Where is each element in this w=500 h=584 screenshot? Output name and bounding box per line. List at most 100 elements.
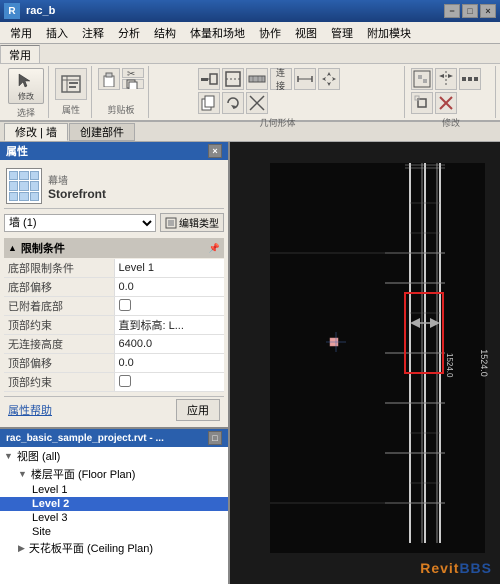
properties-content: 幕墙 Storefront 墙 (1) 编辑类型: [0, 160, 228, 427]
cw-cell-5: [19, 181, 28, 190]
tree-item-floor-plan-label: 楼层平面 (Floor Plan): [31, 466, 136, 482]
properties-panel-close[interactable]: ×: [208, 144, 222, 158]
properties-button[interactable]: [55, 68, 87, 100]
prop-label-attached-base: 已附着底部: [4, 297, 114, 316]
modify2-label: 修改: [442, 116, 460, 129]
edit-type-button[interactable]: 编辑类型: [160, 213, 224, 232]
cw-cell-6: [30, 181, 39, 190]
menu-fenxi[interactable]: 分析: [112, 23, 146, 43]
cut-geometry-button[interactable]: [222, 68, 244, 90]
constraints-table: 底部限制条件 Level 1 底部偏移 0.0 已附着底部 顶部约束 直到标高:…: [4, 259, 224, 392]
mirror-button[interactable]: [435, 68, 457, 90]
instance-select[interactable]: 墙 (1): [4, 214, 156, 232]
modify-button[interactable]: 修改: [8, 68, 44, 104]
trim-button[interactable]: [246, 92, 268, 114]
close-button[interactable]: ×: [480, 4, 496, 18]
modify2-buttons: [411, 68, 491, 114]
copy-icon: [126, 79, 140, 89]
menu-jiegou[interactable]: 结构: [148, 23, 182, 43]
minimize-button[interactable]: −: [444, 4, 460, 18]
copy-button[interactable]: [122, 79, 144, 89]
prop-value-base-offset[interactable]: 0.0: [114, 278, 224, 297]
top-constraint-checkbox[interactable]: [119, 375, 131, 387]
tree-item-ceiling-plan[interactable]: ▶ 天花板平面 (Ceiling Plan): [0, 539, 228, 557]
prop-label-unconnected-height: 无连接高度: [4, 335, 114, 354]
prop-value-base-constraint[interactable]: Level 1: [114, 259, 224, 278]
prop-label-top-offset: 顶部偏移: [4, 354, 114, 373]
tree-item-site[interactable]: Site: [0, 525, 228, 539]
prop-row-base-offset: 底部偏移 0.0: [4, 278, 224, 297]
menu-charu[interactable]: 插入: [40, 23, 74, 43]
copy-element-button[interactable]: [198, 92, 220, 114]
properties-group-label: 属性: [62, 103, 80, 116]
tree-item-site-label: Site: [32, 526, 51, 538]
canvas-area: 1524.0 1524.0 RevitBBS: [230, 142, 500, 584]
scale-button[interactable]: [411, 92, 433, 114]
clipboard-buttons: ✂: [98, 68, 144, 90]
move-button[interactable]: [318, 68, 340, 90]
tree-item-level2[interactable]: Level 2: [0, 497, 228, 511]
section-constraints-label: 限制条件: [21, 240, 65, 256]
menu-xiezuo[interactable]: 协作: [253, 23, 287, 43]
tree-item-level1-label: Level 1: [32, 484, 67, 496]
tree-panel-close[interactable]: □: [208, 431, 222, 445]
tree-item-level1[interactable]: Level 1: [0, 483, 228, 497]
trim-icon: [248, 94, 266, 112]
attached-base-checkbox[interactable]: [119, 299, 131, 311]
cmd-tab-modify-wall[interactable]: 修改 | 墙: [4, 123, 68, 141]
apply-button[interactable]: 应用: [176, 399, 220, 421]
wall-button[interactable]: [246, 68, 268, 90]
edit-type-icon: [165, 217, 177, 229]
connect-button[interactable]: 连接: [270, 68, 292, 90]
cw-cell-4: [9, 181, 18, 190]
maximize-button[interactable]: □: [462, 4, 478, 18]
connect-cut-button[interactable]: [198, 68, 220, 90]
prop-value-top-offset[interactable]: 0.0: [114, 354, 224, 373]
cut-button[interactable]: ✂: [122, 68, 144, 78]
prop-label-base-constraint: 底部限制条件: [4, 259, 114, 278]
cw-cell-2: [19, 171, 28, 180]
svg-text:1524.0: 1524.0: [445, 353, 454, 378]
dimension-button[interactable]: [294, 68, 316, 90]
prop-row-unconnected-height: 无连接高度 6400.0: [4, 335, 224, 354]
properties-help-link[interactable]: 属性帮助: [8, 402, 52, 418]
delete-button[interactable]: [435, 92, 457, 114]
paste-button[interactable]: [98, 68, 120, 90]
section-constraints[interactable]: ▲ 限制条件 📌: [4, 238, 224, 258]
toolbar-tab-changyong[interactable]: 常用: [0, 45, 40, 63]
prop-category: 幕墙: [48, 172, 222, 187]
toolbar-group-clipboard: ✂ 剪贴板: [94, 66, 149, 118]
cw-cell-3: [30, 171, 39, 180]
rotate-button[interactable]: [222, 92, 244, 114]
tree-item-level2-label: Level 2: [32, 498, 69, 510]
tree-item-floor-plan[interactable]: ▼ 楼层平面 (Floor Plan): [0, 465, 228, 483]
menu-fujiamokuai[interactable]: 附加模块: [361, 23, 417, 43]
tree-item-level3[interactable]: Level 3: [0, 511, 228, 525]
prop-label-base-offset: 底部偏移: [4, 278, 114, 297]
cw-cell-1: [9, 171, 18, 180]
tree-item-views[interactable]: ▼ 视图 (all): [0, 447, 228, 465]
tree-item-ceiling-label: 天花板平面 (Ceiling Plan): [29, 540, 153, 556]
geometry-buttons: 连接: [198, 68, 358, 114]
menu-shitu[interactable]: 视图: [289, 23, 323, 43]
toolbar-tabs: 常用: [0, 44, 500, 64]
toolbar-group-select: 修改 选择: [4, 66, 49, 118]
main-area: 属性 × 幕墙 Storefront: [0, 142, 500, 584]
menu-changeyong[interactable]: 常用: [4, 23, 38, 43]
cmd-tab-create-part[interactable]: 创建部件: [69, 123, 135, 141]
menu-bar: 常用 插入 注释 分析 结构 体量和场地 协作 视图 管理 附加模块: [0, 22, 500, 44]
left-panel: 属性 × 幕墙 Storefront: [0, 142, 230, 584]
toolbar-area: 常用 修改 选择: [0, 44, 500, 122]
array-button[interactable]: [459, 68, 481, 90]
tree-panel-title: rac_basic_sample_project.rvt - ...: [6, 433, 164, 444]
menu-zhushi[interactable]: 注释: [76, 23, 110, 43]
modify-icon: [16, 71, 36, 91]
prop-value-unconnected-height[interactable]: 6400.0: [114, 335, 224, 354]
menu-guanli[interactable]: 管理: [325, 23, 359, 43]
prop-value-top-constraint[interactable]: 直到标高: L...: [114, 316, 224, 335]
split-button[interactable]: [411, 68, 433, 90]
tree-item-level3-label: Level 3: [32, 512, 67, 524]
menu-tiliangchangdi[interactable]: 体量和场地: [184, 23, 251, 43]
scale-icon: [413, 94, 431, 112]
properties-panel-titlebar: 属性 ×: [0, 142, 228, 160]
